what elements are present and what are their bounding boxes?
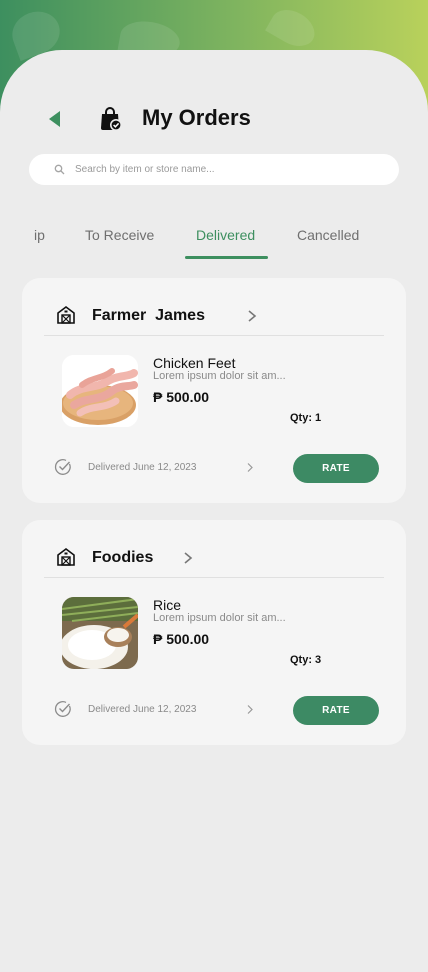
tab-ship[interactable]: ip (34, 227, 45, 243)
search-icon (54, 164, 65, 175)
order-card: Farmer James Chicken Feet Lorem ipsum do… (22, 278, 406, 503)
item-price: ₱ 500.00 (153, 631, 210, 647)
leaf-decoration (265, 2, 321, 54)
page-title: My Orders (142, 105, 251, 130)
item-description: Lorem ipsum dolor sit am... (153, 612, 286, 624)
back-arrow-icon[interactable] (44, 108, 66, 130)
search-bar (29, 154, 399, 185)
content-sheet (0, 50, 428, 972)
item-price: ₱ 500.00 (153, 389, 210, 405)
item-name: Rice (153, 597, 182, 613)
tab-to-receive[interactable]: To Receive (85, 227, 154, 243)
store-icon (57, 548, 75, 566)
tab-delivered[interactable]: Delivered (196, 227, 255, 243)
item-quantity: Qty: 3 (290, 654, 322, 666)
tab-cancelled[interactable]: Cancelled (297, 227, 359, 243)
chevron-right-icon[interactable] (246, 462, 254, 473)
divider (44, 335, 384, 336)
order-card: Foodies Rice Lorem ipsum dolor sit am...… (22, 520, 406, 745)
product-image-chicken-feet (62, 355, 138, 427)
chevron-right-icon[interactable] (246, 704, 254, 715)
store-name[interactable]: Foodies (92, 549, 153, 567)
shopping-bag-check-icon (101, 107, 122, 131)
divider (44, 577, 384, 578)
delivery-status: Delivered June 12, 2023 (88, 704, 197, 715)
check-circle-icon (54, 459, 71, 475)
rate-button[interactable]: RATE (293, 454, 379, 483)
chevron-right-icon[interactable] (246, 309, 258, 323)
delivery-status: Delivered June 12, 2023 (88, 462, 197, 473)
check-circle-icon (54, 701, 71, 717)
item-name: Chicken Feet (153, 355, 236, 371)
store-icon (57, 306, 75, 324)
store-name[interactable]: Farmer James (92, 307, 205, 325)
search-input[interactable] (75, 154, 385, 185)
active-tab-indicator (185, 256, 268, 259)
rate-button[interactable]: RATE (293, 696, 379, 725)
item-quantity: Qty: 1 (290, 412, 322, 424)
product-image-rice (62, 597, 138, 669)
item-description: Lorem ipsum dolor sit am... (153, 370, 286, 382)
chevron-right-icon[interactable] (182, 551, 194, 565)
